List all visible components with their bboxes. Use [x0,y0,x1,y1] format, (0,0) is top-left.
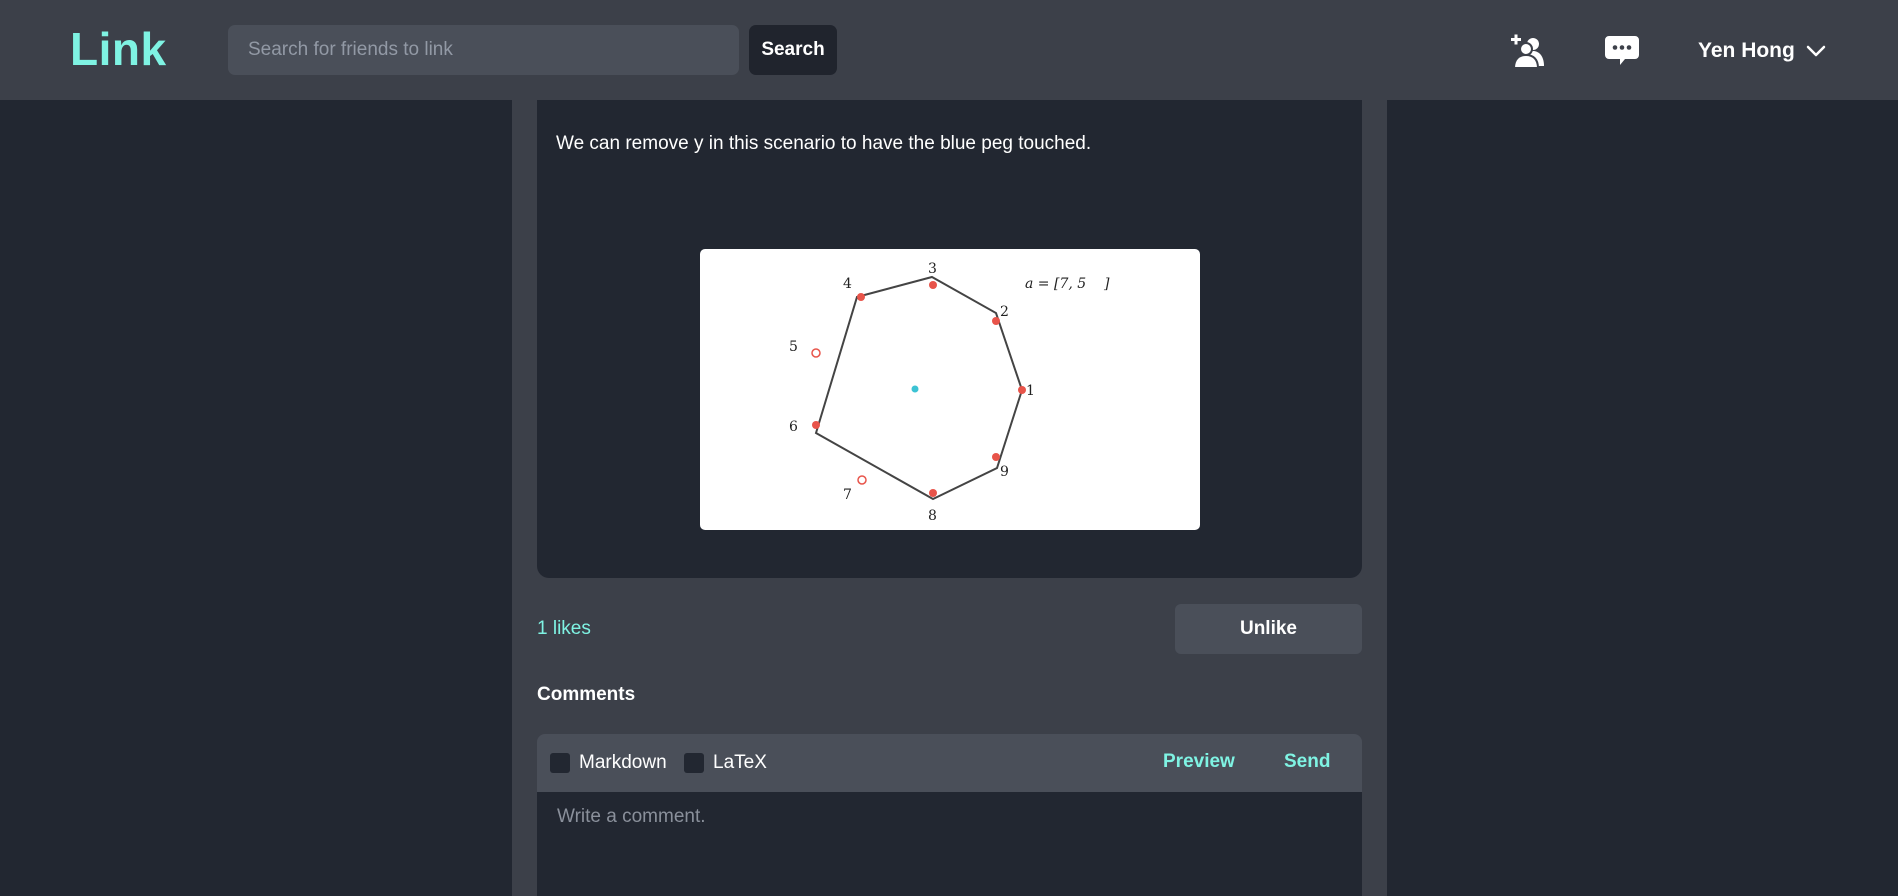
center-peg [911,385,919,393]
comment-toolbar: Markdown LaTeX Preview Send [537,734,1362,792]
chevron-down-icon [1806,45,1826,57]
top-navbar: Link Search Yen Hong [0,0,1898,100]
vertex-label: 5 [789,339,798,355]
peg-4 [857,293,865,301]
peg-8 [929,489,937,497]
vertex-label: 9 [1000,464,1009,480]
send-button[interactable]: Send [1284,751,1330,773]
post-figure: 1 2 3 4 5 6 7 8 9 a = [7, 5 ] [700,249,1200,530]
markdown-label: Markdown [579,752,667,773]
post-column: We can remove y in this scenario to have… [512,100,1387,896]
comment-input[interactable] [537,792,1362,896]
post-body-text: We can remove y in this scenario to have… [556,133,1092,154]
vertex-label: 7 [843,487,852,503]
user-name: Yen Hong [1698,39,1795,62]
friend-search-input[interactable] [228,25,739,75]
app-logo[interactable]: Link [70,22,167,76]
latex-option[interactable]: LaTeX [684,752,767,774]
peg-9 [992,453,1000,461]
add-friend-icon[interactable] [1509,32,1545,68]
vertex-label: 4 [843,276,852,292]
peg-1 [1018,386,1026,394]
peg-6 [812,421,820,429]
vertex-label: 3 [928,261,937,277]
vertex-label: 8 [928,508,937,524]
vertex-label: 2 [1000,304,1009,320]
latex-checkbox[interactable] [684,753,704,773]
peg-3 [929,281,937,289]
search-button[interactable]: Search [749,25,837,75]
peg-5 [811,348,821,358]
markdown-option[interactable]: Markdown [550,752,667,774]
post-card: We can remove y in this scenario to have… [537,100,1362,578]
latex-label: LaTeX [713,752,767,773]
array-formula: a = [7, 5 ] [1025,276,1110,292]
unlike-button[interactable]: Unlike [1175,604,1362,654]
peg-7 [857,475,867,485]
comment-composer: Markdown LaTeX Preview Send [537,734,1362,896]
user-menu[interactable]: Yen Hong [1698,36,1827,66]
comments-heading: Comments [537,684,636,705]
polygon-peg-diagram: 1 2 3 4 5 6 7 8 9 a = [7, 5 ] [789,261,1110,524]
vertex-label: 6 [789,419,798,435]
messages-icon[interactable] [1604,34,1640,68]
preview-button[interactable]: Preview [1163,751,1235,773]
peg-2 [992,317,1000,325]
likes-count[interactable]: 1 likes [537,618,591,640]
hull-polygon [814,275,1024,501]
vertex-label: 1 [1026,383,1035,399]
markdown-checkbox[interactable] [550,753,570,773]
